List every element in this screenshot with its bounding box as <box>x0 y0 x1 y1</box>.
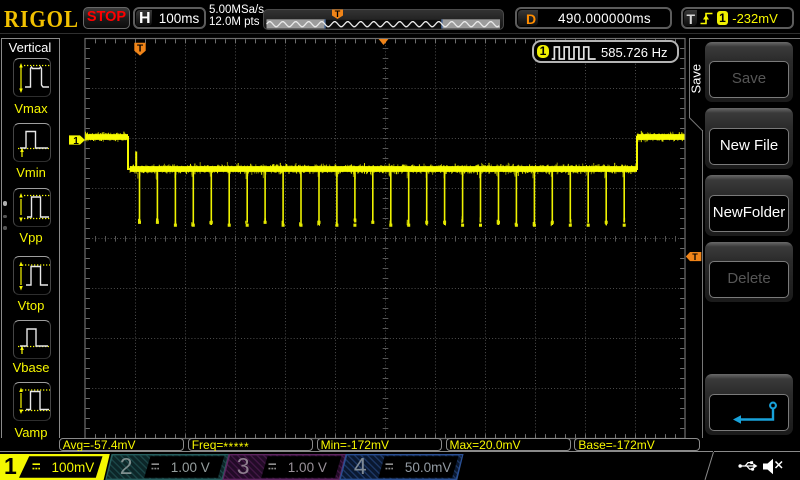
svg-text:T: T <box>692 252 698 262</box>
svg-text:T: T <box>137 44 143 55</box>
svg-text:1: 1 <box>73 136 79 147</box>
